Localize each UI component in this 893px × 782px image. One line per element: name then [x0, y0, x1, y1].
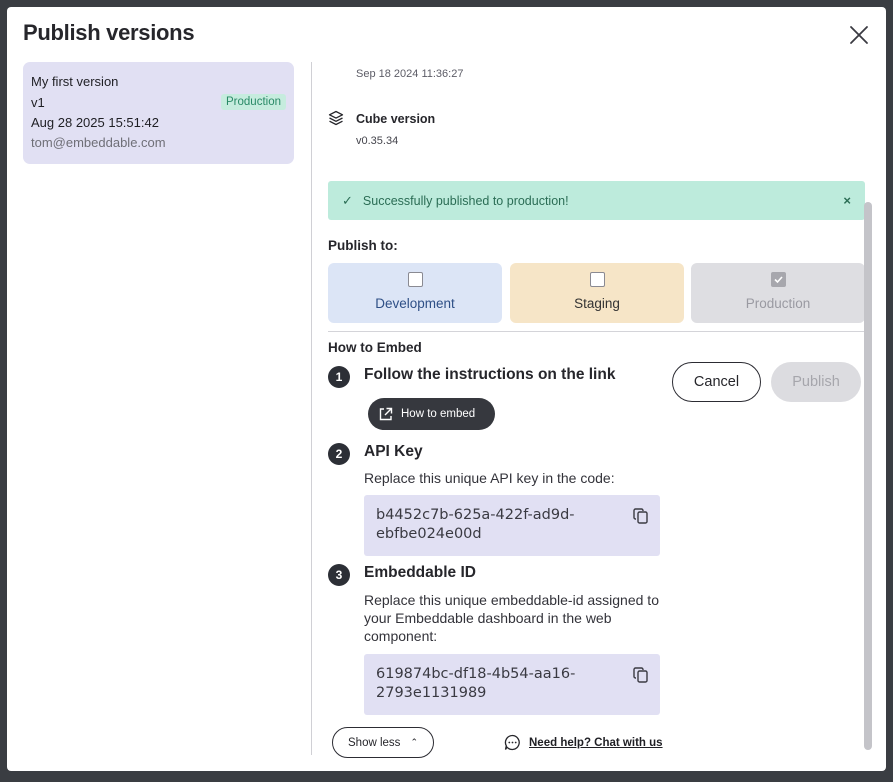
external-link-icon [379, 407, 393, 420]
help-chat-link[interactable]: Need help? Chat with us [504, 734, 663, 751]
help-chat-label: Need help? Chat with us [529, 736, 663, 749]
section-divider [328, 331, 865, 332]
layers-icon [328, 110, 344, 126]
version-author: tom@embeddable.com [31, 135, 166, 150]
env-label: Production [745, 296, 811, 311]
check-icon: ✓ [342, 192, 353, 208]
show-less-label: Show less [348, 736, 401, 749]
version-name: My first version [31, 74, 119, 89]
embeddable-id-box: 619874bc-df18-4b54-aa16-2793e1131989 [364, 654, 660, 715]
how-to-embed-heading: How to Embed [328, 340, 422, 355]
publish-modal: Publish versions My first version v1 Pro… [7, 7, 886, 771]
staging-checkbox[interactable] [589, 272, 605, 287]
development-checkbox[interactable] [407, 272, 423, 287]
env-option-production: Production [691, 263, 865, 323]
status-badge: Production [221, 94, 286, 110]
step-number-2: 2 [328, 443, 350, 465]
step-number-3: 3 [328, 564, 350, 586]
cancel-button[interactable]: Cancel [672, 362, 761, 402]
step-title-3: Embeddable ID [364, 564, 476, 581]
version-card[interactable]: My first version v1 Production Aug 28 20… [23, 62, 294, 164]
api-key-description: Replace this unique API key in the code: [364, 470, 615, 486]
step-title-2: API Key [364, 443, 423, 460]
step-number-1: 1 [328, 366, 350, 388]
close-icon [850, 26, 868, 44]
success-banner: ✓ Successfully published to production! … [328, 181, 865, 220]
close-button[interactable] [847, 23, 871, 47]
created-timestamp: Sep 18 2024 11:36:27 [356, 68, 464, 80]
env-label: Development [375, 296, 455, 311]
env-option-staging[interactable]: Staging [510, 263, 684, 323]
show-less-button[interactable]: Show less ⌃ [332, 727, 434, 758]
modal-title: Publish versions [23, 20, 195, 45]
env-option-development[interactable]: Development [328, 263, 502, 323]
copy-icon[interactable] [632, 666, 650, 684]
chat-bubble-icon [504, 734, 520, 751]
chevron-up-icon: ⌃ [410, 737, 418, 747]
publish-to-label: Publish to: [328, 238, 398, 253]
cube-version-label: Cube version [356, 112, 436, 126]
step-title-1: Follow the instructions on the link [364, 366, 616, 383]
success-message: Successfully published to production! [362, 193, 569, 208]
copy-icon[interactable] [632, 507, 650, 525]
how-to-embed-label: How to embed [401, 408, 476, 420]
scrollbar[interactable] [864, 202, 872, 750]
version-date: Aug 28 2025 15:51:42 [31, 115, 159, 130]
cube-version-value: v0.35.34 [356, 135, 399, 147]
api-key-box: b4452c7b-625a-422f-ad9d-ebfbe024e00d [364, 495, 660, 556]
how-to-embed-button[interactable]: How to embed [368, 398, 495, 430]
publish-button: Publish [771, 362, 861, 402]
checkmark-icon [773, 276, 783, 284]
version-details: Sep 18 2024 11:36:27 Cube version v0.35.… [328, 62, 865, 759]
embeddable-id-description: Replace this unique embeddable-id assign… [364, 592, 659, 644]
env-label: Staging [574, 296, 620, 311]
dismiss-banner-icon[interactable]: × [843, 193, 851, 208]
embeddable-id-value: 619874bc-df18-4b54-aa16-2793e1131989 [376, 666, 576, 701]
version-tag: v1 [31, 94, 45, 110]
column-divider [311, 62, 312, 755]
production-checkbox [770, 272, 786, 287]
api-key-value: b4452c7b-625a-422f-ad9d-ebfbe024e00d [376, 507, 575, 542]
